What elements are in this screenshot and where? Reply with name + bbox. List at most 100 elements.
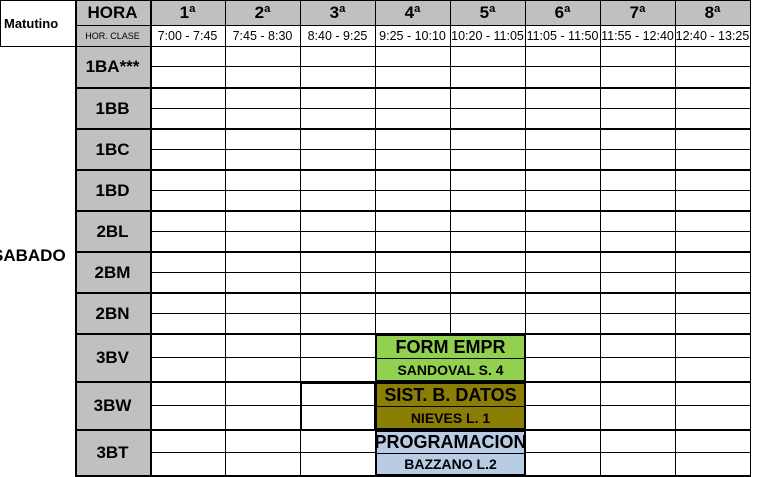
- schedule-slot[interactable]: [151, 294, 225, 334]
- schedule-slot[interactable]: [151, 383, 225, 430]
- schedule-slot[interactable]: [301, 335, 375, 382]
- schedule-slot[interactable]: [376, 171, 450, 211]
- schedule-slot[interactable]: [526, 89, 600, 129]
- schedule-slot[interactable]: [301, 130, 375, 170]
- schedule-slot[interactable]: [226, 335, 300, 382]
- schedule-slot[interactable]: [151, 253, 225, 293]
- grid-line: [150, 231, 751, 232]
- class-teacher[interactable]: BAZZANO L.2: [375, 453, 526, 476]
- schedule-slot[interactable]: [301, 47, 375, 88]
- schedule-slot[interactable]: [601, 383, 675, 430]
- shift-label: Matutino: [4, 15, 59, 31]
- schedule-slot[interactable]: [601, 89, 675, 129]
- schedule-slot[interactable]: [151, 89, 225, 129]
- group-label: 3BT: [75, 430, 150, 476]
- grid-line: [150, 149, 751, 150]
- schedule-slot[interactable]: [451, 212, 525, 252]
- schedule-slot[interactable]: [226, 130, 300, 170]
- schedule-slot[interactable]: [226, 383, 300, 430]
- schedule-slot[interactable]: [301, 253, 375, 293]
- schedule-slot[interactable]: [676, 171, 750, 211]
- group-label: 1BA***: [75, 46, 150, 88]
- schedule-slot[interactable]: [676, 89, 750, 129]
- schedule-slot[interactable]: [226, 294, 300, 334]
- schedule-slot[interactable]: [226, 47, 300, 88]
- period-time: 11:05 - 11:50: [526, 28, 599, 43]
- schedule-slot[interactable]: [526, 253, 600, 293]
- schedule-slot[interactable]: [601, 130, 675, 170]
- schedule-slot[interactable]: [601, 171, 675, 211]
- schedule-slot[interactable]: [526, 294, 600, 334]
- schedule-slot[interactable]: [376, 294, 450, 334]
- schedule-slot[interactable]: [301, 212, 375, 252]
- highlighted-slot[interactable]: [300, 382, 376, 431]
- period-time: 7:00 - 7:45: [157, 28, 218, 43]
- schedule-slot[interactable]: [676, 294, 750, 334]
- schedule-slot[interactable]: [151, 171, 225, 211]
- schedule-slot[interactable]: [226, 253, 300, 293]
- schedule-slot[interactable]: [151, 47, 225, 88]
- schedule-slot[interactable]: [676, 335, 750, 382]
- schedule-slot[interactable]: [451, 130, 525, 170]
- schedule-slot[interactable]: [526, 212, 600, 252]
- period-time: 9:25 - 10:10: [379, 28, 446, 43]
- grid-line: [75, 25, 751, 26]
- schedule-slot[interactable]: [676, 431, 750, 476]
- schedule-slot[interactable]: [676, 253, 750, 293]
- schedule-slot[interactable]: [601, 253, 675, 293]
- schedule-slot[interactable]: [526, 431, 600, 476]
- schedule-slot[interactable]: [526, 171, 600, 211]
- period-time: 12:40 - 13:25: [675, 28, 750, 43]
- schedule-slot[interactable]: [451, 171, 525, 211]
- schedule-slot[interactable]: [151, 130, 225, 170]
- schedule-slot[interactable]: [451, 294, 525, 334]
- schedule-slot[interactable]: [226, 171, 300, 211]
- schedule-slot[interactable]: [376, 253, 450, 293]
- period-time: 10:20 - 11:05: [451, 28, 524, 43]
- grid-line: [75, 169, 751, 171]
- schedule-slot[interactable]: [451, 253, 525, 293]
- schedule-slot[interactable]: [226, 89, 300, 129]
- schedule-slot[interactable]: [151, 212, 225, 252]
- period-header: 1ª: [150, 0, 225, 25]
- class-teacher[interactable]: NIEVES L. 1: [375, 406, 526, 430]
- grid-line: [0, 46, 751, 47]
- schedule-slot[interactable]: [676, 47, 750, 88]
- schedule-slot[interactable]: [601, 431, 675, 476]
- schedule-slot[interactable]: [376, 212, 450, 252]
- schedule-slot[interactable]: [301, 431, 375, 476]
- schedule-slot[interactable]: [526, 335, 600, 382]
- schedule-slot[interactable]: [451, 47, 525, 88]
- class-subject[interactable]: PROGRAMACION: [375, 430, 526, 453]
- schedule-slot[interactable]: [226, 212, 300, 252]
- schedule-slot[interactable]: [301, 294, 375, 334]
- class-subject[interactable]: FORM EMPR: [375, 334, 526, 358]
- schedule-slot[interactable]: [676, 383, 750, 430]
- schedule-slot[interactable]: [301, 171, 375, 211]
- hora-header: HORA: [75, 0, 150, 25]
- schedule-slot[interactable]: [676, 130, 750, 170]
- schedule-slot[interactable]: [601, 212, 675, 252]
- group-label: 1BC: [75, 129, 150, 170]
- schedule-slot[interactable]: [301, 89, 375, 129]
- schedule-slot[interactable]: [376, 47, 450, 88]
- group-label: 2BL: [75, 211, 150, 252]
- schedule-slot[interactable]: [376, 130, 450, 170]
- grid-line: [0, 0, 1, 46]
- period-header: 2ª: [225, 0, 300, 25]
- schedule-slot[interactable]: [526, 130, 600, 170]
- schedule-slot[interactable]: [151, 335, 225, 382]
- period-header: 8ª: [675, 0, 750, 25]
- schedule-slot[interactable]: [226, 431, 300, 476]
- class-subject[interactable]: SIST. B. DATOS: [375, 382, 526, 406]
- schedule-slot[interactable]: [526, 47, 600, 88]
- schedule-slot[interactable]: [601, 47, 675, 88]
- schedule-slot[interactable]: [376, 89, 450, 129]
- schedule-slot[interactable]: [451, 89, 525, 129]
- schedule-slot[interactable]: [676, 212, 750, 252]
- schedule-slot[interactable]: [601, 294, 675, 334]
- class-teacher[interactable]: SANDOVAL S. 4: [375, 358, 526, 382]
- schedule-slot[interactable]: [601, 335, 675, 382]
- schedule-slot[interactable]: [151, 431, 225, 476]
- schedule-slot[interactable]: [526, 383, 600, 430]
